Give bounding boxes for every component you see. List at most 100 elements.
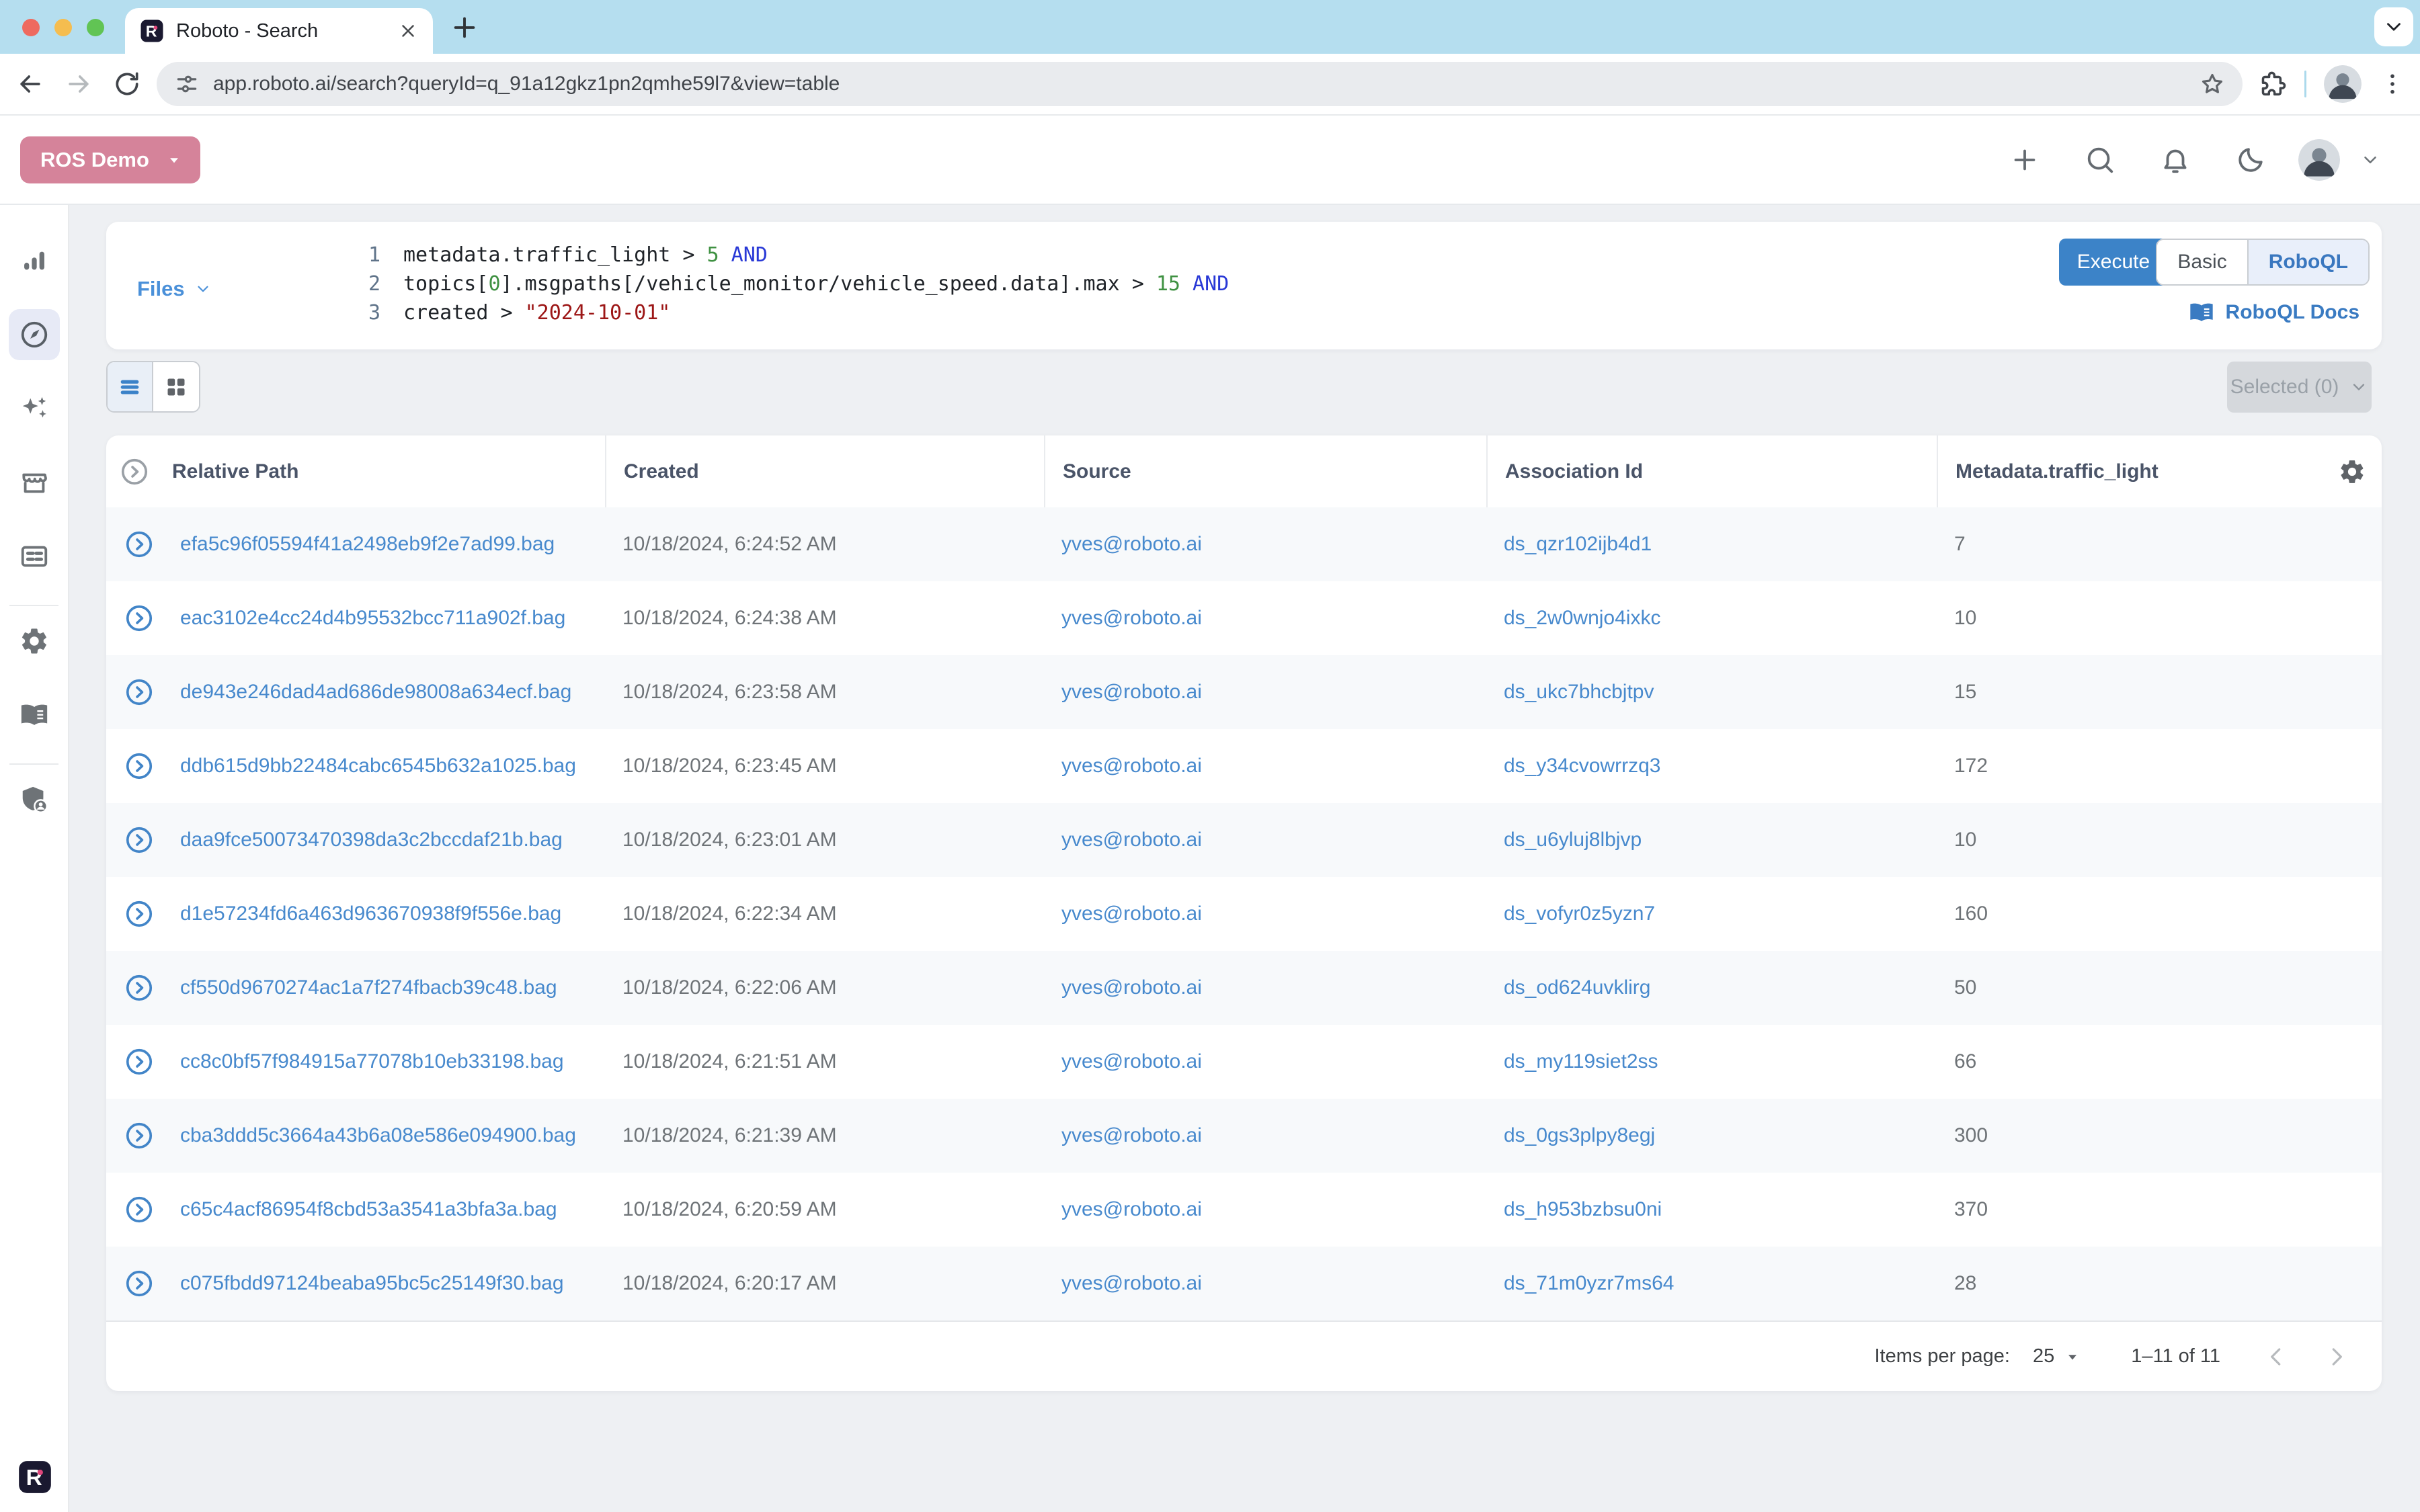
row-expander-icon[interactable] (124, 1047, 154, 1077)
column-header-source[interactable]: Source (1044, 435, 1486, 507)
chevron-down-icon (2382, 15, 2405, 38)
close-window-button[interactable] (22, 19, 40, 36)
file-link[interactable]: c65c4acf86954f8cbd53a3541a3bfa3a.bag (180, 1198, 557, 1220)
row-expander-icon[interactable] (124, 677, 154, 707)
sidebar-item-search[interactable] (9, 309, 60, 360)
row-expander-icon[interactable] (124, 973, 154, 1003)
user-avatar[interactable] (2298, 139, 2340, 181)
source-link[interactable]: yves@roboto.ai (1061, 1198, 1202, 1220)
next-page-button[interactable] (2324, 1344, 2349, 1370)
search-icon[interactable] (2085, 144, 2115, 175)
source-link[interactable]: yves@roboto.ai (1061, 829, 1202, 851)
browser-menu-icon[interactable] (2379, 71, 2406, 97)
source-link[interactable]: yves@roboto.ai (1061, 902, 1202, 925)
association-id-link[interactable]: ds_h953bzbsu0ni (1504, 1198, 1662, 1220)
row-expander-icon[interactable] (124, 1121, 154, 1150)
grid-view-button[interactable] (153, 362, 199, 411)
source-link[interactable]: yves@roboto.ai (1061, 607, 1202, 629)
association-id-link[interactable]: ds_qzr102ijb4d1 (1504, 533, 1652, 555)
query-editor-card: Files 123 metadata.traffic_light > 5 AND… (106, 222, 2382, 349)
file-link[interactable]: de943e246dad4ad686de98008a634ecf.bag (180, 681, 571, 703)
list-view-button[interactable] (108, 362, 153, 411)
row-expander-icon[interactable] (124, 1269, 154, 1298)
previous-page-button[interactable] (2263, 1344, 2289, 1370)
org-switcher-button[interactable]: ROS Demo (20, 136, 200, 183)
back-button[interactable] (15, 69, 45, 99)
file-link[interactable]: ddb615d9bb22484cabc6545b632a1025.bag (180, 755, 576, 777)
association-id-link[interactable]: ds_0gs3plpy8egj (1504, 1124, 1655, 1146)
sidebar-item-settings[interactable] (9, 616, 60, 667)
sidebar-item-docs[interactable] (9, 689, 60, 741)
site-settings-icon[interactable] (174, 71, 200, 97)
dark-mode-moon-icon[interactable] (2235, 144, 2266, 175)
account-chevron-down-icon[interactable] (2360, 150, 2380, 170)
file-link[interactable]: efa5c96f05594f41a2498eb9f2e7ad99.bag (180, 533, 555, 555)
row-expander-icon[interactable] (124, 1195, 154, 1224)
forward-button[interactable] (64, 69, 93, 99)
reload-button[interactable] (112, 69, 142, 99)
association-id-link[interactable]: ds_y34cvowrrzq3 (1504, 755, 1660, 777)
column-header-metadata-traffic-light[interactable]: Metadata.traffic_light (1937, 435, 2323, 507)
association-id-link[interactable]: ds_u6yluj8lbjvp (1504, 829, 1642, 851)
extensions-puzzle-icon[interactable] (2259, 70, 2287, 98)
column-settings-gear-icon[interactable] (2323, 435, 2382, 507)
file-link[interactable]: cf550d9670274ac1a7f274fbacb39c48.bag (180, 976, 557, 999)
compass-icon (19, 319, 50, 350)
file-link[interactable]: d1e57234fd6a463d963670938f9f556e.bag (180, 902, 561, 925)
execute-button[interactable]: Execute (2059, 239, 2168, 286)
association-id-link[interactable]: ds_vofyr0z5yzn7 (1504, 902, 1655, 925)
minimize-window-button[interactable] (54, 19, 72, 36)
tab-close-icon[interactable] (398, 21, 418, 41)
source-link[interactable]: yves@roboto.ai (1061, 755, 1202, 777)
association-id-link[interactable]: ds_ukc7bhcbjtpv (1504, 681, 1654, 703)
file-link[interactable]: eac3102e4cc24d4b95532bcc711a902f.bag (180, 607, 565, 629)
source-link[interactable]: yves@roboto.ai (1061, 681, 1202, 703)
association-id-link[interactable]: ds_my119siet2ss (1504, 1050, 1658, 1073)
page-size-select[interactable]: 25 (2033, 1345, 2081, 1368)
file-link[interactable]: daa9fce50073470398da3c2bccdaf21b.bag (180, 829, 563, 851)
file-link[interactable]: cc8c0bf57f984915a77078b10eb33198.bag (180, 1050, 564, 1073)
sidebar-item-collections[interactable] (9, 531, 60, 582)
column-header-association-id[interactable]: Association Id (1486, 435, 1937, 507)
maximize-window-button[interactable] (87, 19, 104, 36)
association-id-link[interactable]: ds_2w0wnjo4ixkc (1504, 607, 1660, 629)
sidebar-item-actions[interactable] (9, 457, 60, 508)
query-code-editor[interactable]: metadata.traffic_light > 5 ANDtopics[0].… (403, 241, 1911, 327)
association-id-link[interactable]: ds_71m0yzr7ms64 (1504, 1272, 1674, 1294)
mode-roboql-button[interactable]: RoboQL (2247, 240, 2368, 284)
mode-basic-button[interactable]: Basic (2157, 240, 2247, 284)
source-link[interactable]: yves@roboto.ai (1061, 1272, 1202, 1294)
file-link[interactable]: c075fbdd97124beaba95bc5c25149f30.bag (180, 1272, 564, 1294)
row-expander-icon[interactable] (124, 530, 154, 559)
row-expander-icon[interactable] (124, 603, 154, 633)
selected-dropdown-button[interactable]: Selected (0) (2227, 362, 2372, 413)
source-link[interactable]: yves@roboto.ai (1061, 533, 1202, 555)
roboql-docs-link[interactable]: RoboQL Docs (2188, 299, 2360, 326)
create-plus-icon[interactable] (2009, 144, 2040, 175)
sidebar-item-ai[interactable] (9, 383, 60, 434)
tab-title: Roboto - Search (176, 20, 386, 42)
browser-profile-avatar[interactable] (2324, 65, 2362, 103)
sidebar-item-analytics[interactable] (9, 235, 60, 286)
sidebar-item-admin[interactable] (9, 774, 60, 825)
row-expander-icon[interactable] (124, 825, 154, 855)
source-link[interactable]: yves@roboto.ai (1061, 1050, 1202, 1073)
expand-all-icon[interactable] (106, 435, 163, 507)
association-id-link[interactable]: ds_od624uvklirg (1504, 976, 1650, 999)
column-header-relative-path[interactable]: Relative Path (163, 435, 605, 507)
url-text[interactable]: app.roboto.ai/search?queryId=q_91a12gkz1… (213, 73, 2186, 95)
browser-tab[interactable]: R Roboto - Search (125, 8, 433, 54)
source-link[interactable]: yves@roboto.ai (1061, 1124, 1202, 1146)
column-header-created[interactable]: Created (605, 435, 1044, 507)
bookmark-star-icon[interactable] (2200, 71, 2225, 97)
notifications-bell-icon[interactable] (2160, 144, 2191, 175)
tab-search-button[interactable] (2374, 7, 2413, 46)
row-expander-icon[interactable] (124, 899, 154, 929)
row-expander-icon[interactable] (124, 751, 154, 781)
new-tab-button[interactable] (449, 12, 480, 43)
window-controls[interactable] (22, 19, 104, 36)
address-bar[interactable]: app.roboto.ai/search?queryId=q_91a12gkz1… (157, 62, 2243, 106)
source-link[interactable]: yves@roboto.ai (1061, 976, 1202, 999)
file-link[interactable]: cba3ddd5c3664a43b6a08e586e094900.bag (180, 1124, 576, 1146)
target-selector-dropdown[interactable]: Files (137, 277, 212, 301)
